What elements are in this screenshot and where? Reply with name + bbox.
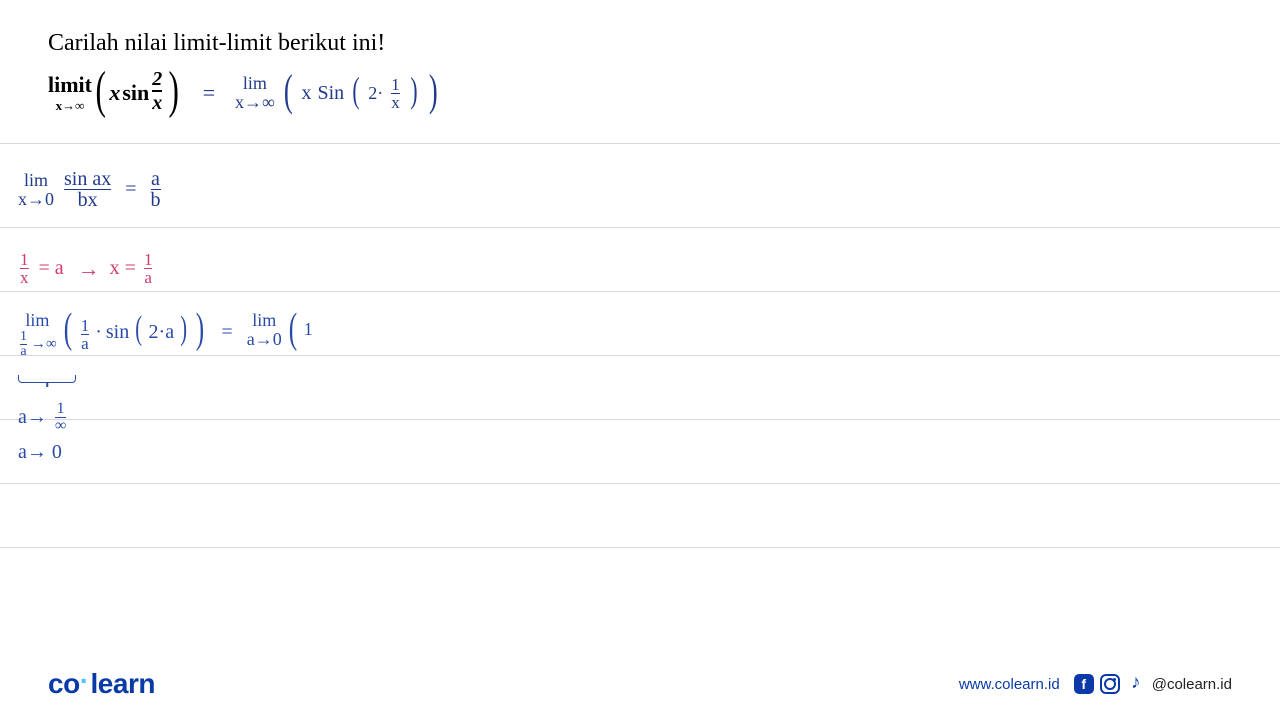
formula-row: limit x→∞ ( x sin 2 x ) = lim x→∞ ( x Si… [48,71,1232,115]
hand-open-paren: ( [284,76,293,107]
hand-inner-close-paren: ) [410,78,417,103]
step3-body-frac-den: a [81,334,90,352]
hand-lim-sub: x→∞ [235,93,275,112]
social-handle: @colearn.id [1152,676,1232,693]
limit-subscript: x→∞ [56,98,85,114]
hand-sin: Sin [318,82,345,105]
footer: co·learn www.colearn.id f ♪ @colearn.id [0,656,1280,720]
step2-rhs-num: 1 [144,251,153,268]
step2-lhs-num: 1 [20,251,29,268]
step4a-num: 1 [57,401,65,417]
step-3-limit: lim 1 a →∞ ( 1 a · sin ( 2·a ) ) = lim a… [18,311,313,359]
step1-lim: lim [24,171,48,190]
header-area: Carilah nilai limit-limit berikut ini! l… [0,0,1280,133]
underbrace [18,375,76,383]
close-paren: ) [169,70,179,112]
step4b-text: a→ 0 [18,441,62,464]
frac-numerator: 2 [152,69,162,90]
facebook-icon: f [1074,674,1094,694]
step3-sub-num: 1 [20,330,27,344]
step3-inner-open: ( [135,317,142,341]
step2-rhs-label: x = [110,257,136,280]
step4a-den: ∞ [55,417,66,434]
step1-frac1-num: sin ax [64,169,111,189]
step3-sub-den: a [20,344,27,359]
step3-inner-body: 2·a [149,321,175,344]
hand-frac-den: x [391,93,400,111]
step3-lim: lim [25,311,49,330]
step3-rhs-sub: a→0 [247,330,282,349]
logo-learn: learn [91,668,155,700]
open-paren: ( [95,70,105,112]
step-4b: a→ 0 [18,441,62,464]
step3-inner-close: ) [180,317,187,341]
step4a-pre: a→ [18,406,47,429]
rule-line [0,547,1280,548]
step3-eq: = [221,321,232,344]
problem-title: Carilah nilai limit-limit berikut ini! [48,30,1232,57]
logo-dot-icon: · [80,665,89,697]
hand-x: x [302,82,312,105]
step2-arrow: → [78,256,100,282]
rule-line [0,143,1280,144]
logo-co: co [48,668,80,700]
step2-eq-a: = a [39,257,64,280]
hand-close-paren: ) [429,76,438,107]
step1-frac2-num: a [151,169,160,189]
colearn-logo: co·learn [48,668,155,700]
equals-sign: = [203,80,215,106]
social-icons: f ♪ @colearn.id [1074,674,1232,694]
step3-rhs-one: 1 [304,319,313,340]
rule-line [0,227,1280,228]
rule-line [0,419,1280,420]
hand-lim: lim [243,74,267,93]
frac-denominator: x [152,90,162,113]
step1-frac2-den: b [151,189,161,210]
rule-line [0,483,1280,484]
step-2-substitution: 1 x = a → x = 1 a [18,251,154,286]
footer-right: www.colearn.id f ♪ @colearn.id [959,674,1232,694]
footer-url: www.colearn.id [959,676,1060,693]
step3-dot: · [95,321,102,344]
sin-label: sin [122,80,149,106]
rule-line [0,291,1280,292]
printed-limit-expression: limit x→∞ ( x sin 2 x ) [48,71,183,115]
step3-body-frac-num: 1 [81,317,90,334]
hand-inner-open-paren: ( [353,78,360,103]
step-4a: a→ 1 ∞ [18,401,68,434]
step2-lhs-den: x [20,268,29,286]
step-1-formula: lim x→0 sin ax bx = a b [18,169,163,210]
instagram-icon [1100,674,1120,694]
step1-eq: = [125,178,136,201]
step1-frac1-den: bx [64,189,111,210]
hand-two: 2· [368,83,383,104]
handwritten-header-expression: lim x→∞ ( x Sin ( 2· 1 x ) ) [235,74,440,112]
step3-rhs-open-paren: ( [289,315,297,344]
step2-rhs-den: a [144,268,153,286]
tiktok-icon: ♪ [1126,673,1146,693]
step1-sub: x→0 [18,190,54,209]
step3-sin: sin [106,321,129,344]
var-x: x [109,80,120,106]
step3-sub-arrow: →∞ [31,337,57,353]
step3-open-paren: ( [64,315,72,344]
step3-close-paren: ) [196,315,204,344]
hand-frac-num: 1 [391,76,400,93]
limit-label: limit [48,72,92,98]
step3-rhs-lim: lim [252,311,276,330]
